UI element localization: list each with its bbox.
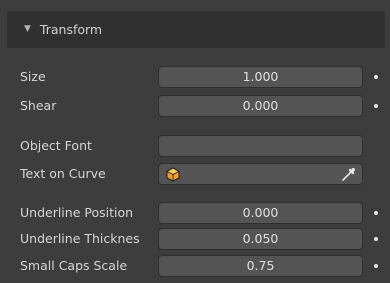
underline-thickness-label: Underline Thicknes [20,231,140,246]
eyedropper-icon[interactable] [341,167,356,182]
underline-position-field[interactable]: 0.000 [158,202,363,224]
underline-position-label: Underline Position [20,205,134,220]
size-label: Size [20,69,46,84]
small-caps-scale-row: Small Caps Scale 0.75 [7,255,390,277]
small-caps-scale-keyframe-dot-icon[interactable] [374,264,378,268]
panel-header[interactable]: ▼ Transform [7,11,385,48]
shear-keyframe-dot-icon[interactable] [374,104,378,108]
size-row: Size 1.000 [7,66,390,88]
size-keyframe-dot-icon[interactable] [374,75,378,79]
small-caps-scale-field[interactable]: 0.75 [158,255,363,277]
shear-label: Shear [20,98,57,113]
panel-title: Transform [39,22,103,37]
underline-thickness-field[interactable]: 0.050 [158,228,363,250]
object-font-row: Object Font [7,135,390,157]
object-font-label: Object Font [20,138,92,153]
text-on-curve-row: Text on Curve [7,163,390,185]
disclosure-triangle-down-icon[interactable]: ▼ [24,24,31,34]
text-on-curve-label: Text on Curve [20,166,106,181]
shear-row: Shear 0.000 [7,95,390,117]
small-caps-scale-label: Small Caps Scale [20,258,128,273]
shear-field[interactable]: 0.000 [158,95,363,117]
text-on-curve-field[interactable] [158,163,363,185]
size-field[interactable]: 1.000 [158,66,363,88]
object-icon [166,167,180,182]
transform-panel: ▼ Transform Size 1.000 Shear 0.000 Objec… [7,5,390,283]
object-font-field[interactable] [158,135,363,157]
underline-position-row: Underline Position 0.000 [7,202,390,224]
underline-position-keyframe-dot-icon[interactable] [374,211,378,215]
underline-thickness-row: Underline Thicknes 0.050 [7,228,390,250]
underline-thickness-keyframe-dot-icon[interactable] [374,237,378,241]
